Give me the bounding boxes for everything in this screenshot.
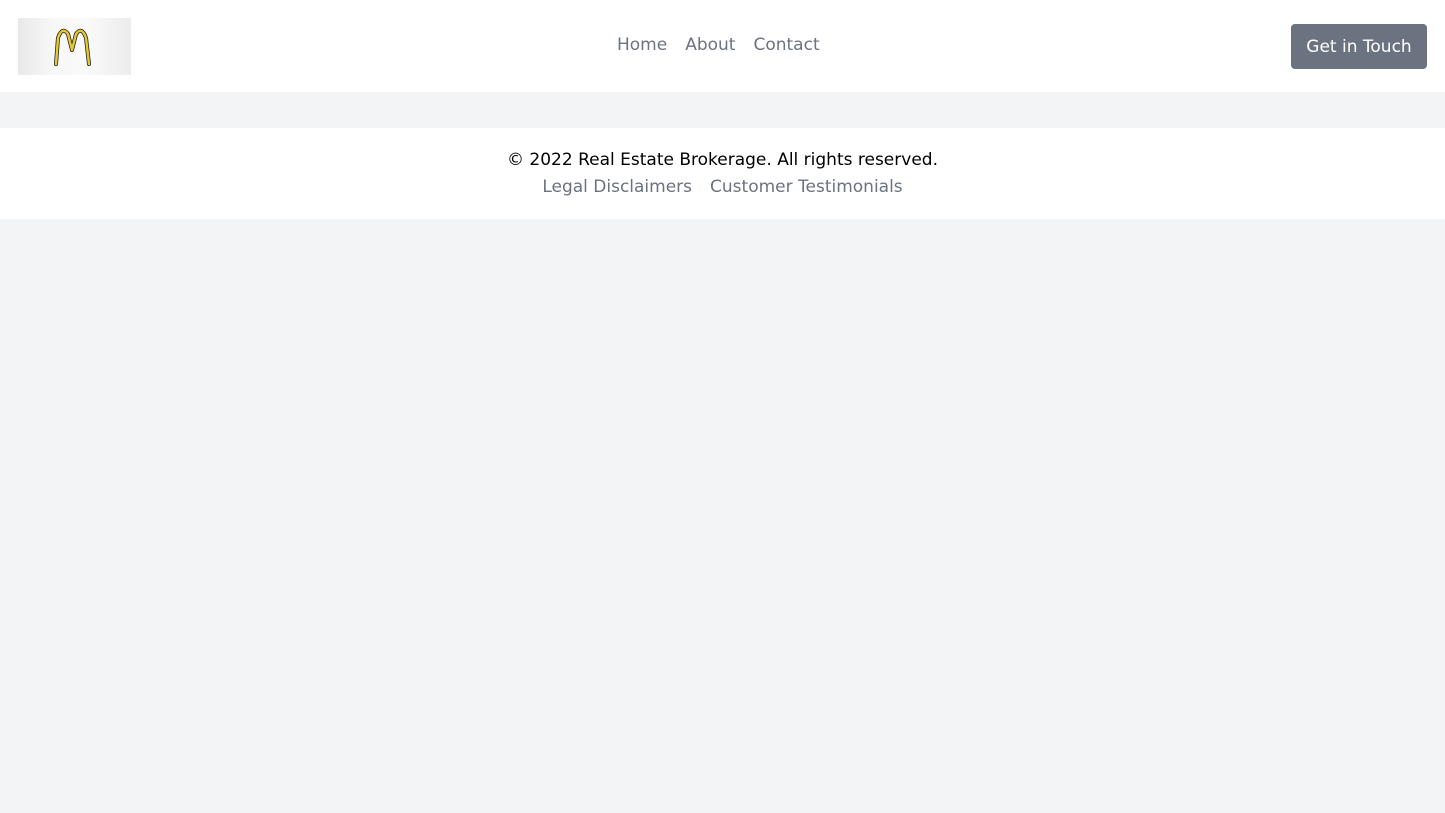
legal-disclaimers-link[interactable]: Legal Disclaimers bbox=[542, 176, 692, 198]
site-header: Home About Contact Get in Touch bbox=[0, 0, 1445, 92]
footer-links: Legal Disclaimers Customer Testimonials bbox=[0, 176, 1445, 198]
get-in-touch-button[interactable]: Get in Touch bbox=[1291, 24, 1427, 69]
logo-image[interactable] bbox=[18, 18, 131, 75]
nav-about-link[interactable]: About bbox=[685, 34, 735, 56]
site-footer: © 2022 Real Estate Brokerage. All rights… bbox=[0, 128, 1445, 219]
main-nav: Home About Contact bbox=[617, 34, 820, 56]
nav-home-link[interactable]: Home bbox=[617, 34, 667, 56]
copyright-text: © 2022 Real Estate Brokerage. All rights… bbox=[507, 150, 938, 170]
customer-testimonials-link[interactable]: Customer Testimonials bbox=[710, 176, 903, 198]
golden-arches-logo-icon bbox=[54, 28, 91, 66]
nav-contact-link[interactable]: Contact bbox=[753, 34, 819, 56]
